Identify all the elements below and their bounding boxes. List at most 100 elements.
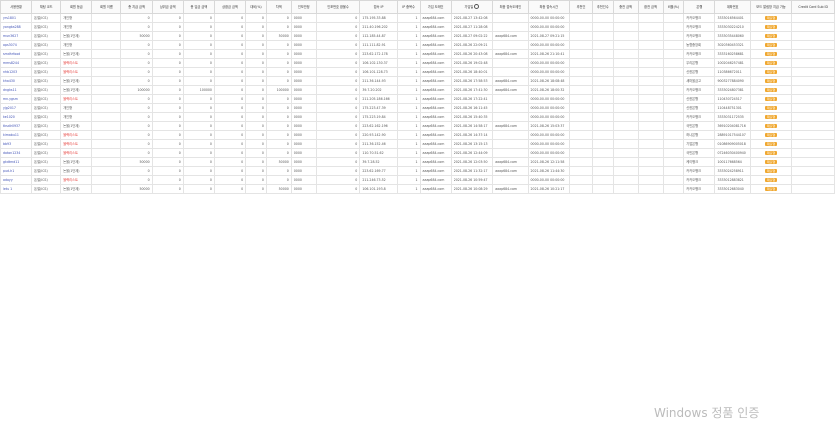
mode-button[interactable]: 제출형 [764,141,778,146]
table-row[interactable]: tksdlr0937 돈벌(ICS) 논올(1단계) 0 0 0 0 0 0 0000 0 223.6… [0,121,835,131]
mode-button[interactable]: 제출형 [764,15,778,20]
member-id-link[interactable]: mms8244 [0,58,33,68]
table-cell: 9003277884090 [714,76,751,86]
mode-button[interactable]: 제출형 [764,105,778,110]
table-row[interactable]: letu 1 돈벌(ICS) 논올(1단계) 50000 0 0 0 0 50000 0000 0 1… [0,184,835,194]
member-id-link[interactable]: pud-h1 [0,166,33,176]
column-header[interactable]: 인포번호 환불수 [315,0,361,14]
column-header[interactable]: 차액 [265,0,292,14]
table-row[interactable]: gkdtmd11 돈벌(ICS) 논올(1단계) 50000 0 0 0 0 50000 0000… [0,157,835,167]
mode-button[interactable]: 제출형 [764,123,778,128]
mode-button[interactable]: 제출형 [764,159,778,164]
table-row[interactable]: smdhrfood 돈벌(ICS) 논올(1단계) 0 0 0 0 0 0 0000 0 223.62… [0,49,835,59]
table-cell: 0 [315,148,361,158]
mode-button[interactable]: 제출형 [764,114,778,119]
column-header[interactable]: 추천인수 [591,0,614,14]
table-row[interactable]: ke1020 돈벌(ICS) 개인형 0 0 0 0 0 0 0000 0 175.223.19.84… [0,112,835,122]
column-header[interactable]: 사용현황 [0,0,33,14]
column-header[interactable]: 총 입금 금액 [182,0,215,14]
column-header[interactable]: 환전 금액 [637,0,664,14]
member-id-link[interactable]: adoyy [0,175,33,185]
table-row[interactable]: kimabu11 돈벌(ICS) 블랙리스트 0 0 0 0 0 0 0000 0 220.93.14… [0,130,835,140]
member-id-link[interactable]: ops3074 [0,40,33,50]
table-row[interactable]: dngks11 돈벌(ICS) 논올(1단계) 100000 0 100000 0 0 1000… [0,85,835,95]
member-id-link[interactable]: yjg2017 [0,103,33,113]
table-row[interactable]: mn.ygsm 돈벌(ICS) 블랙리스트 0 0 0 0 0 0 0000 0 211.205.18… [0,94,835,104]
mode-button[interactable]: 제출형 [764,186,778,191]
column-header[interactable]: 추천인 [569,0,593,14]
table-cell: 0 [245,76,267,86]
column-header[interactable]: 접속 IP [359,0,398,14]
table-row[interactable]: mms8244 돈벌(ICS) 블랙리스트 0 0 0 0 0 0 0000 0 106.102.13… [0,58,835,68]
mode-cell: 제출형 [749,13,793,23]
member-id-link[interactable]: smdhrfood [0,49,33,59]
table-cell [612,31,639,41]
column-header[interactable]: 가입 도메인 [419,0,452,14]
member-id-link[interactable]: dngks11 [0,85,33,95]
column-header[interactable]: 계좌번호 [714,0,751,14]
column-header[interactable]: 채팅 코드 [31,0,62,14]
column-header[interactable]: 회원 이름 [91,0,122,14]
column-header[interactable]: 회원 등급 [60,0,93,14]
table-row[interactable]: bb93 돈벌(ICS) 블랙리스트 0 0 0 0 0 0 0000 0 211.36.152.46… [0,139,835,149]
mode-button[interactable]: 제출형 [764,69,778,74]
mode-button[interactable]: 제출형 [764,60,778,65]
column-header[interactable]: 총 지급 금액 [120,0,153,14]
column-header[interactable]: 은행 [683,0,716,14]
member-id-link[interactable]: mn.ygsm [0,94,33,104]
mode-button[interactable]: 제출형 [764,24,778,29]
table-cell: 논올(1단계) [60,166,93,176]
mode-cell: 제출형 [749,139,793,149]
member-id-link[interactable]: tksdlr0937 [0,121,33,131]
column-header[interactable]: Credit Card Sub ID [791,0,835,14]
member-id-link[interactable]: mun3627 [0,31,33,41]
column-header[interactable]: IP 중복수 [396,0,421,14]
member-id-link[interactable]: kimabu11 [0,130,33,140]
table-cell: 0 [213,49,247,59]
column-header[interactable]: 최종 접속시간 [527,0,571,14]
mode-button[interactable]: 제출형 [764,42,778,47]
sort-icon[interactable] [474,4,480,9]
column-header[interactable]: 인보안정 [290,0,317,14]
mode-button[interactable]: 제출형 [764,33,778,38]
column-header[interactable]: 비율(%) [662,0,685,14]
column-header[interactable]: 대비(%) [245,0,267,14]
table-cell [637,22,664,32]
table-row[interactable]: mun3627 돈벌(ICS) 논올(1단계) 50000 0 0 0 0 50000 0000 0… [0,31,835,41]
table-row[interactable]: yongka288 돈벌(ICS) 개인형 0 0 0 0 0 0 0000 0 211.40.196… [0,22,835,32]
member-id-link[interactable]: yongka288 [0,22,33,32]
mode-button[interactable]: 제출형 [764,132,778,137]
table-row[interactable]: kha430 돈벌(ICS) 논올(1단계) 0 0 0 0 0 0 0000 0 211.36.14… [0,76,835,86]
member-id-link[interactable]: yrs1801 [0,13,33,23]
table-row[interactable]: ops3074 돈벌(ICS) 개인형 0 0 0 0 0 0 0000 0 111.111.82.9… [0,40,835,50]
member-id-link[interactable]: doton1234 [0,148,33,158]
table-row[interactable]: yrs1801 돈벌(ICS) 개인형 0 0 0 0 0 0 0000 0 175.195.33.8… [0,13,835,23]
member-id-link[interactable]: bb93 [0,139,33,149]
member-id-link[interactable]: kha430 [0,76,33,86]
member-id-link[interactable]: letu 1 [0,184,33,194]
table-row[interactable]: doton1234 돈벌(ICS) 블랙리스트 0 0 0 0 0 0 0000 0 110.70.5… [0,148,835,158]
member-id-link[interactable]: gkdtmd11 [0,157,33,167]
mode-button[interactable]: 제출형 [764,150,778,155]
table-row[interactable]: pud-h1 돈벌(ICS) 논올(1단계) 0 0 0 0 0 0 0000 0 223.62.16… [0,166,835,176]
mode-button[interactable]: 제출형 [764,78,778,83]
column-header[interactable]: 충전 금액 [612,0,639,14]
mode-button[interactable]: 제출형 [764,96,778,101]
member-id-link[interactable]: nhb1203 [0,67,33,77]
column-header[interactable]: 상위금 금액 [151,0,184,14]
table-row[interactable]: nhb1203 돈벌(ICS) 블랙리스트 0 0 0 0 0 0 0000 0 106.101.12… [0,67,835,77]
table-cell [791,67,835,77]
column-header[interactable]: 상환금 금액 [213,0,247,14]
mode-button[interactable]: 제출형 [764,177,778,182]
table-row[interactable]: adoyy 돈벌(ICS) 블랙리스트 0 0 0 0 0 0 0000 0 211.246.73.5… [0,175,835,185]
column-header[interactable]: 모드 알림방 지급 가능 [749,0,793,14]
member-id-link[interactable]: ke1020 [0,112,33,122]
column-header[interactable]: 가입일 [450,0,494,14]
mode-button[interactable]: 제출형 [764,87,778,92]
table-cell: 0 [265,148,292,158]
mode-button[interactable]: 제출형 [764,168,778,173]
column-header[interactable]: 최종 접속도메인 [492,0,529,14]
table-row[interactable]: yjg2017 돈벌(ICS) 개인형 0 0 0 0 0 0 0000 0 175.223.47.3… [0,103,835,113]
table-cell [637,121,664,131]
mode-button[interactable]: 제출형 [764,51,778,56]
